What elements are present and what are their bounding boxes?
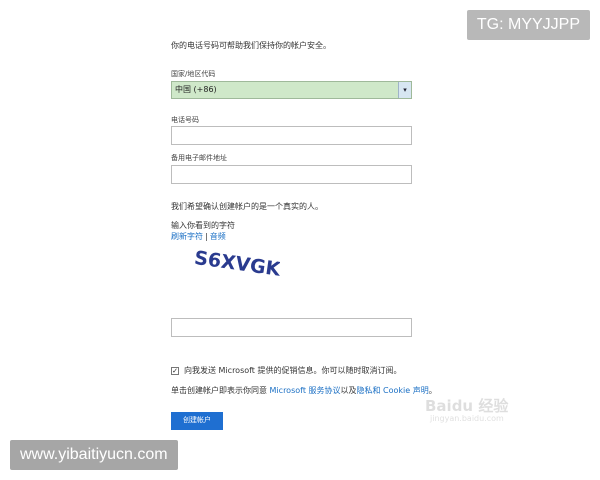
captcha-input[interactable] xyxy=(171,318,412,337)
terms-prefix: 单击创建帐户即表示你同意 xyxy=(171,386,270,395)
tg-badge: TG: MYYJJPP xyxy=(466,10,590,40)
baidu-watermark: Baidu 经验 xyxy=(425,397,509,415)
terms-mid: 以及 xyxy=(340,386,357,395)
privacy-cookie-link[interactable]: 隐私和 Cookie 声明 xyxy=(357,386,429,395)
link-separator: | xyxy=(205,232,208,241)
verify-text: 我们希望确认创建帐户的是一个真实的人。 xyxy=(171,202,323,211)
promo-opt-in[interactable]: ✓ 向我发送 Microsoft 提供的促销信息。你可以随时取消订阅。 xyxy=(171,365,402,376)
country-code-value: 中国 (+86) xyxy=(175,85,217,94)
phone-input[interactable] xyxy=(171,126,412,145)
backup-email-input[interactable] xyxy=(171,165,412,184)
chevron-down-icon[interactable]: ▾ xyxy=(398,82,411,98)
captcha-prompt: 输入你看到的字符 xyxy=(171,221,235,230)
audio-link[interactable]: 音频 xyxy=(210,232,226,241)
site-badge: www.yibaitiyucn.com xyxy=(10,440,178,470)
terms-suffix: 。 xyxy=(428,386,437,395)
captcha-links: 刷新字符 | 音频 xyxy=(171,231,226,242)
create-account-button[interactable]: 创建帐户 xyxy=(171,412,223,430)
intro-text: 你的电话号码可帮助我们保持你的帐户安全。 xyxy=(171,41,331,50)
refresh-characters-link[interactable]: 刷新字符 xyxy=(171,232,203,241)
promo-label: 向我发送 Microsoft 提供的促销信息。你可以随时取消订阅。 xyxy=(184,366,402,375)
captcha-image: S6XVGK xyxy=(193,247,280,281)
phone-label: 电话号码 xyxy=(171,116,199,124)
country-code-label: 国家/地区代码 xyxy=(171,70,216,78)
backup-email-label: 备用电子邮件地址 xyxy=(171,154,227,162)
baidu-watermark-url: jingyan.baidu.com xyxy=(430,414,504,423)
promo-checkbox[interactable]: ✓ xyxy=(171,366,179,375)
captcha-text: S6XVGK xyxy=(193,247,280,281)
service-agreement-link[interactable]: Microsoft 服务协议 xyxy=(270,386,341,395)
country-code-select[interactable]: 中国 (+86) ▾ xyxy=(171,81,412,99)
terms-text: 单击创建帐户即表示你同意 Microsoft 服务协议以及隐私和 Cookie … xyxy=(171,385,437,396)
